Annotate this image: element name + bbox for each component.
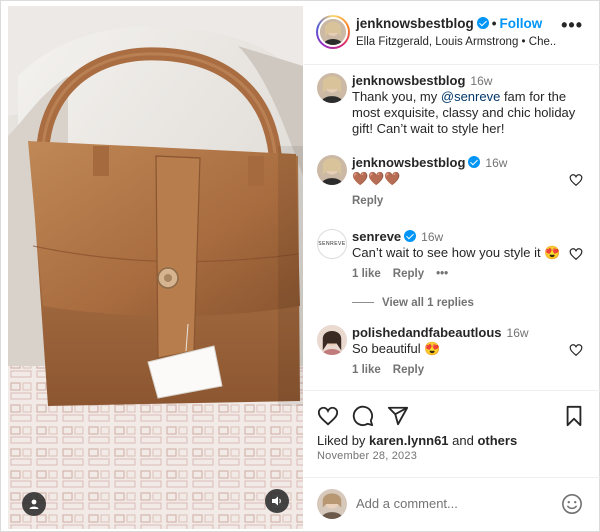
comment-body: jenknowsbestblog 16w 🤎🤎🤎 xyxy=(352,155,565,187)
comment-username[interactable]: senreve xyxy=(352,229,401,244)
likes-count[interactable]: 1 like xyxy=(352,364,381,376)
user-tag-icon xyxy=(29,499,39,509)
author-line: jenknowsbestblog • Follow xyxy=(356,16,543,31)
like-comment-heart-icon[interactable] xyxy=(569,247,583,261)
author-username[interactable]: jenknowsbestblog xyxy=(356,16,474,31)
post-header: jenknowsbestblog • Follow Ella Fitzgerald,… xyxy=(304,1,600,65)
post-actions: Liked by karen.lynn61 and others Novembe… xyxy=(304,390,600,528)
reply-button[interactable]: Reply xyxy=(352,195,383,207)
commenter-avatar[interactable] xyxy=(317,155,347,185)
post-modal: jenknowsbestblog • Follow Ella Fitzgerald,… xyxy=(0,0,600,532)
like-comment-heart-icon[interactable] xyxy=(569,343,583,357)
verified-badge-icon xyxy=(404,230,417,242)
comment-time[interactable]: 16w xyxy=(421,230,443,244)
comment-username[interactable]: polishedandfabeautlous xyxy=(352,325,502,340)
comment-options-button[interactable]: ••• xyxy=(436,268,448,280)
liked-by-user[interactable]: karen.lynn61 xyxy=(369,433,449,448)
audio-icon xyxy=(272,496,281,506)
like-comment-heart-icon[interactable] xyxy=(569,173,583,187)
liked-by-others[interactable]: others xyxy=(477,433,517,448)
post-panel: jenknowsbestblog • Follow Ella Fitzgerald,… xyxy=(304,1,600,532)
comment-body: senreve 16w Can’t wait to see how you sty… xyxy=(352,229,565,261)
caption-avatar[interactable] xyxy=(317,73,347,103)
caption-text-before: Thank you, my xyxy=(352,89,441,104)
current-user-avatar xyxy=(317,489,347,519)
more-options-button[interactable]: ••• xyxy=(561,16,583,34)
verified-badge-icon xyxy=(468,156,481,168)
caption-body: jenknowsbestblog 16w Thank you, my @senre… xyxy=(352,73,585,137)
audio-toggle-button[interactable] xyxy=(265,489,289,513)
post-media[interactable] xyxy=(8,6,303,529)
commenter-avatar[interactable]: SENREVE xyxy=(317,229,347,259)
comment-username[interactable]: jenknowsbestblog xyxy=(352,155,465,170)
user-tag-button[interactable] xyxy=(22,492,46,516)
comment-body: polishedandfabeautlous 16w So beautiful 😍 xyxy=(352,325,565,357)
author-avatar[interactable] xyxy=(316,15,350,49)
commenter-avatar[interactable] xyxy=(317,325,347,355)
senreve-logo: SENREVE xyxy=(318,241,346,247)
heart-icon[interactable] xyxy=(317,405,339,427)
add-comment-bar: Add a comment... xyxy=(304,477,600,529)
comment-time[interactable]: 16w xyxy=(485,156,507,170)
comment-icon[interactable] xyxy=(352,405,374,427)
comment-meta: Reply xyxy=(352,195,395,207)
comment-time[interactable]: 16w xyxy=(507,326,529,340)
verified-badge-icon xyxy=(476,17,489,29)
comment-input[interactable]: Add a comment... xyxy=(356,496,458,511)
post-date[interactable]: November 28, 2023 xyxy=(317,450,417,462)
comment-text: 🤎🤎🤎 xyxy=(352,171,401,186)
follow-button[interactable]: Follow xyxy=(500,16,543,31)
likes-count[interactable]: 1 like xyxy=(352,268,381,280)
view-replies-button[interactable]: View all 1 replies xyxy=(352,297,474,309)
reply-button[interactable]: Reply xyxy=(393,364,424,376)
caption-time[interactable]: 16w xyxy=(470,74,492,88)
caption-mention[interactable]: @senreve xyxy=(441,89,500,104)
audio-attribution[interactable]: Ella Fitzgerald, Louis Armstrong • Che..… xyxy=(356,36,556,48)
liked-by: Liked by karen.lynn61 and others xyxy=(317,433,518,448)
caption-username[interactable]: jenknowsbestblog xyxy=(352,73,465,88)
handbag-photo xyxy=(8,6,303,529)
bookmark-icon[interactable] xyxy=(563,405,585,427)
share-icon[interactable] xyxy=(387,405,409,427)
comment-text: So beautiful 😍 xyxy=(352,341,441,356)
comment-text: Can’t wait to see how you style it 😍 xyxy=(352,245,561,260)
emoji-icon[interactable] xyxy=(561,493,583,515)
reply-button[interactable]: Reply xyxy=(393,268,424,280)
comment-meta: 1 like Reply ••• xyxy=(352,268,460,280)
comment-meta: 1 like Reply xyxy=(352,364,436,376)
